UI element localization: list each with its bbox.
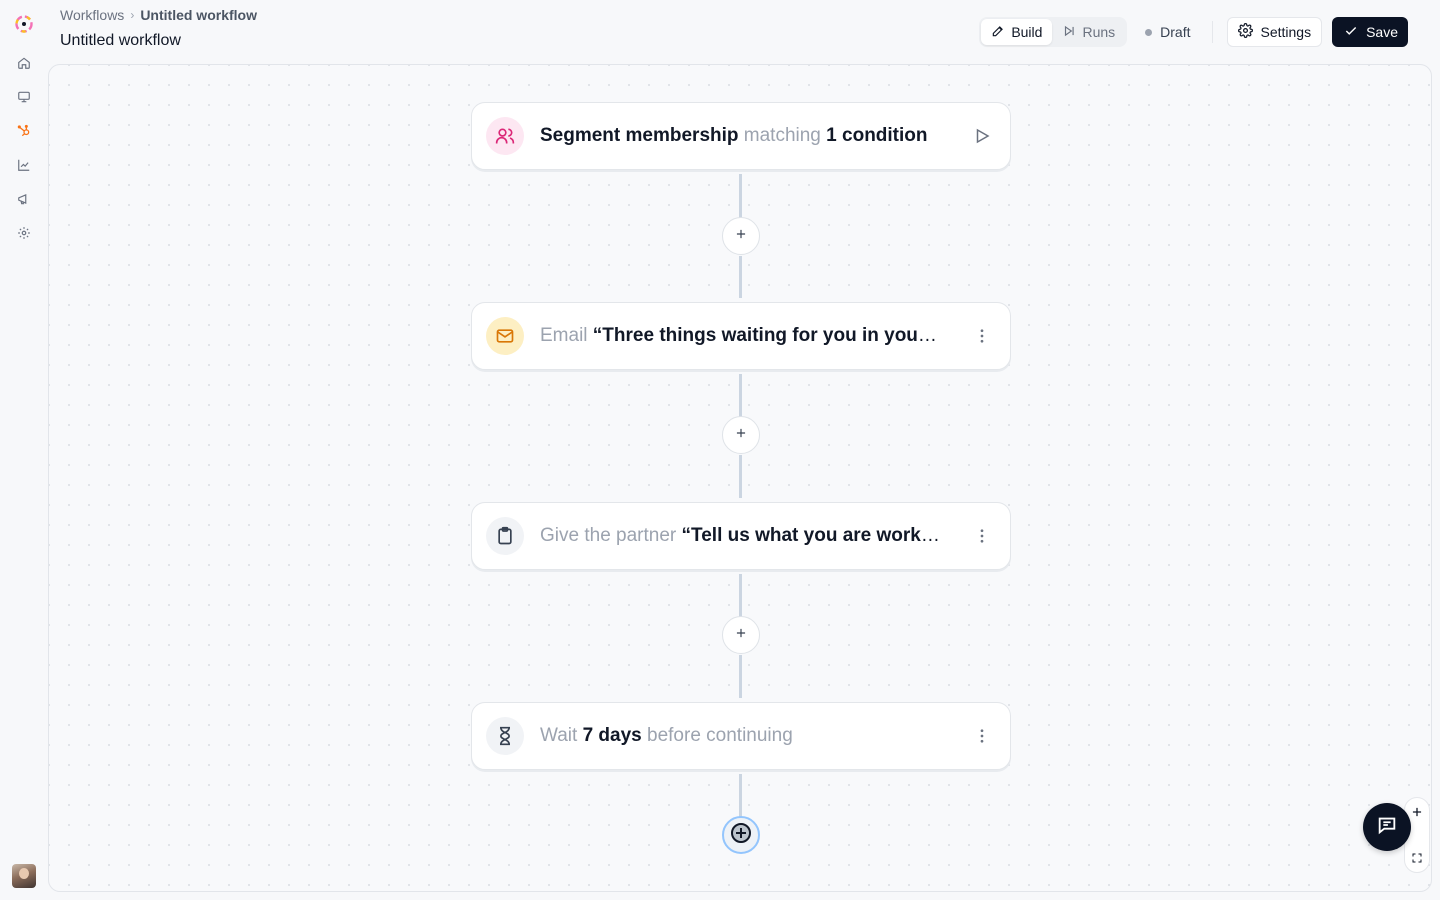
mail-icon (486, 317, 524, 355)
add-step-button[interactable] (722, 616, 760, 654)
connector-line (739, 774, 742, 818)
add-step-button[interactable] (722, 416, 760, 454)
connector-line (739, 374, 742, 418)
save-button[interactable]: Save (1332, 17, 1408, 47)
app-logo-icon[interactable] (11, 11, 37, 37)
form-step-description: Give the partner “Tell us what you are w… (540, 525, 944, 547)
settings-button-label: Settings (1260, 24, 1312, 40)
left-nav-rail (0, 0, 48, 900)
breadcrumb-current: Untitled workflow (140, 7, 257, 23)
email-step-node[interactable]: Email “Three things waiting for you in y… (471, 302, 1011, 370)
pencil-icon (991, 24, 1005, 41)
gear-icon (1238, 23, 1254, 41)
plus-icon (734, 626, 748, 645)
wait-step-suffix: before continuing (647, 725, 793, 746)
form-step-type: Give the partner (540, 525, 677, 546)
status-dot-icon (1145, 28, 1153, 36)
gear-icon[interactable] (10, 219, 38, 247)
build-tab[interactable]: Build (981, 19, 1053, 45)
megaphone-icon[interactable] (10, 185, 38, 213)
play-skip-icon (1062, 24, 1076, 41)
toolbar-divider (1212, 21, 1214, 43)
trigger-connector-word: matching (743, 125, 821, 146)
workflow-status: Draft (1137, 24, 1198, 40)
header-toolbar: Build Runs Draft Settings Save (979, 17, 1408, 47)
more-vertical-icon[interactable] (968, 522, 996, 550)
workflow-canvas[interactable]: Segment membership matching 1 condition … (48, 64, 1432, 892)
chart-icon[interactable] (10, 151, 38, 179)
connector-line (739, 574, 742, 618)
user-avatar[interactable] (12, 864, 36, 888)
chat-bubble-icon (1376, 814, 1398, 841)
check-icon (1344, 24, 1358, 41)
email-step-description: Email “Three things waiting for you in y… (540, 325, 944, 347)
wait-step-node[interactable]: Wait 7 days before continuing (471, 702, 1011, 770)
email-step-subject: “Three things waiting for you in your ac… (592, 325, 944, 346)
wait-step-prefix: Wait (540, 725, 578, 746)
build-tab-label: Build (1011, 24, 1043, 40)
page-title[interactable]: Untitled workflow (60, 32, 181, 50)
form-step-node[interactable]: Give the partner “Tell us what you are w… (471, 502, 1011, 570)
breadcrumb-workflows-link[interactable]: Workflows (60, 7, 124, 23)
hourglass-icon (486, 717, 524, 755)
add-step-button[interactable] (722, 217, 760, 255)
connector-line (739, 655, 742, 698)
runs-tab-label: Runs (1082, 24, 1116, 40)
fit-view-icon[interactable] (1407, 848, 1427, 868)
email-step-type: Email (540, 325, 588, 346)
run-trigger-play-icon[interactable] (968, 122, 996, 150)
breadcrumb: Workflows › Untitled workflow (60, 7, 257, 23)
trigger-node[interactable]: Segment membership matching 1 condition (471, 102, 1011, 170)
trigger-title: Segment membership (540, 125, 739, 146)
save-button-label: Save (1366, 24, 1398, 40)
form-step-title: “Tell us what you are working on” form (681, 525, 944, 546)
home-icon[interactable] (10, 49, 38, 77)
plus-circle-icon (729, 821, 753, 850)
more-vertical-icon[interactable] (968, 322, 996, 350)
users-icon (486, 117, 524, 155)
wait-step-description: Wait 7 days before continuing (540, 725, 944, 747)
chat-button[interactable] (1363, 803, 1411, 851)
settings-button[interactable]: Settings (1227, 17, 1323, 47)
runs-tab[interactable]: Runs (1052, 19, 1125, 45)
trigger-condition[interactable]: 1 condition (826, 125, 927, 146)
plus-icon (734, 227, 748, 246)
connector-line (739, 455, 742, 498)
add-final-step-button[interactable] (722, 816, 760, 854)
zoom-in-icon[interactable] (1407, 802, 1427, 822)
plus-icon (734, 426, 748, 445)
status-label: Draft (1160, 24, 1191, 40)
hubspot-icon[interactable] (10, 117, 38, 145)
chevron-right-icon: › (130, 8, 135, 22)
clipboard-icon (486, 517, 524, 555)
view-switcher: Build Runs (979, 17, 1128, 47)
wait-step-duration: 7 days (582, 725, 642, 746)
monitor-icon[interactable] (10, 83, 38, 111)
trigger-description: Segment membership matching 1 condition (540, 125, 944, 147)
connector-line (739, 256, 742, 298)
more-vertical-icon[interactable] (968, 722, 996, 750)
connector-line (739, 174, 742, 219)
